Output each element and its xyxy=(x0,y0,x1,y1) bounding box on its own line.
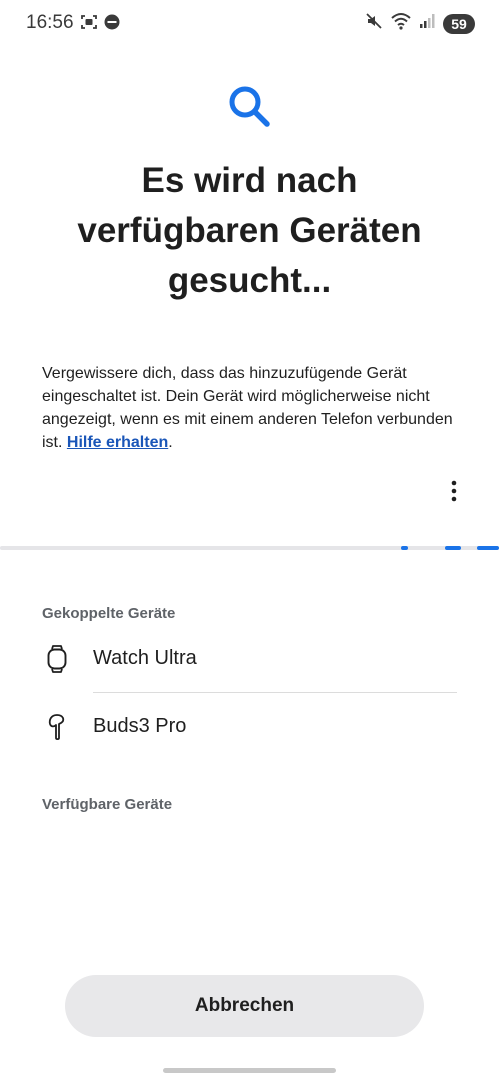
paired-device-buds3-pro[interactable]: Buds3 Pro xyxy=(0,697,499,757)
more-options-button[interactable] xyxy=(440,476,468,506)
cancel-button[interactable]: Abbrechen xyxy=(65,975,424,1037)
progress-segment xyxy=(401,546,408,550)
signal-icon xyxy=(419,13,435,34)
wifi-icon xyxy=(391,12,411,35)
scan-progress-bar xyxy=(0,546,499,550)
watch-icon xyxy=(44,645,70,673)
screenshot-icon xyxy=(80,13,98,36)
device-name: Buds3 Pro xyxy=(93,715,187,737)
help-link[interactable]: Hilfe erhalten xyxy=(67,434,168,451)
wear-icon xyxy=(104,14,120,35)
description-text: Vergewissere dich, dass das hinzuzufügen… xyxy=(42,362,462,454)
status-bar: 16:56 59 xyxy=(0,0,499,46)
home-indicator[interactable] xyxy=(163,1068,336,1073)
page-title: Es wird nach verfügbaren Geräten gesucht… xyxy=(77,161,422,300)
battery-indicator: 59 xyxy=(443,13,475,34)
status-right-icons: 59 xyxy=(365,12,475,35)
status-time: 16:56 xyxy=(26,12,74,33)
search-icon xyxy=(225,82,275,132)
progress-segment xyxy=(445,546,461,550)
earbud-icon xyxy=(44,713,70,741)
mute-icon xyxy=(365,12,383,35)
paired-device-watch-ultra[interactable]: Watch Ultra xyxy=(0,629,499,689)
device-divider xyxy=(93,692,457,693)
more-vert-icon xyxy=(451,480,457,502)
progress-segment xyxy=(477,546,499,550)
available-devices-header: Verfügbare Geräte xyxy=(42,796,173,813)
device-name: Watch Ultra xyxy=(93,647,197,669)
status-left-icons xyxy=(80,13,120,36)
description-suffix: . xyxy=(168,434,173,451)
paired-devices-header: Gekoppelte Geräte xyxy=(42,605,176,622)
